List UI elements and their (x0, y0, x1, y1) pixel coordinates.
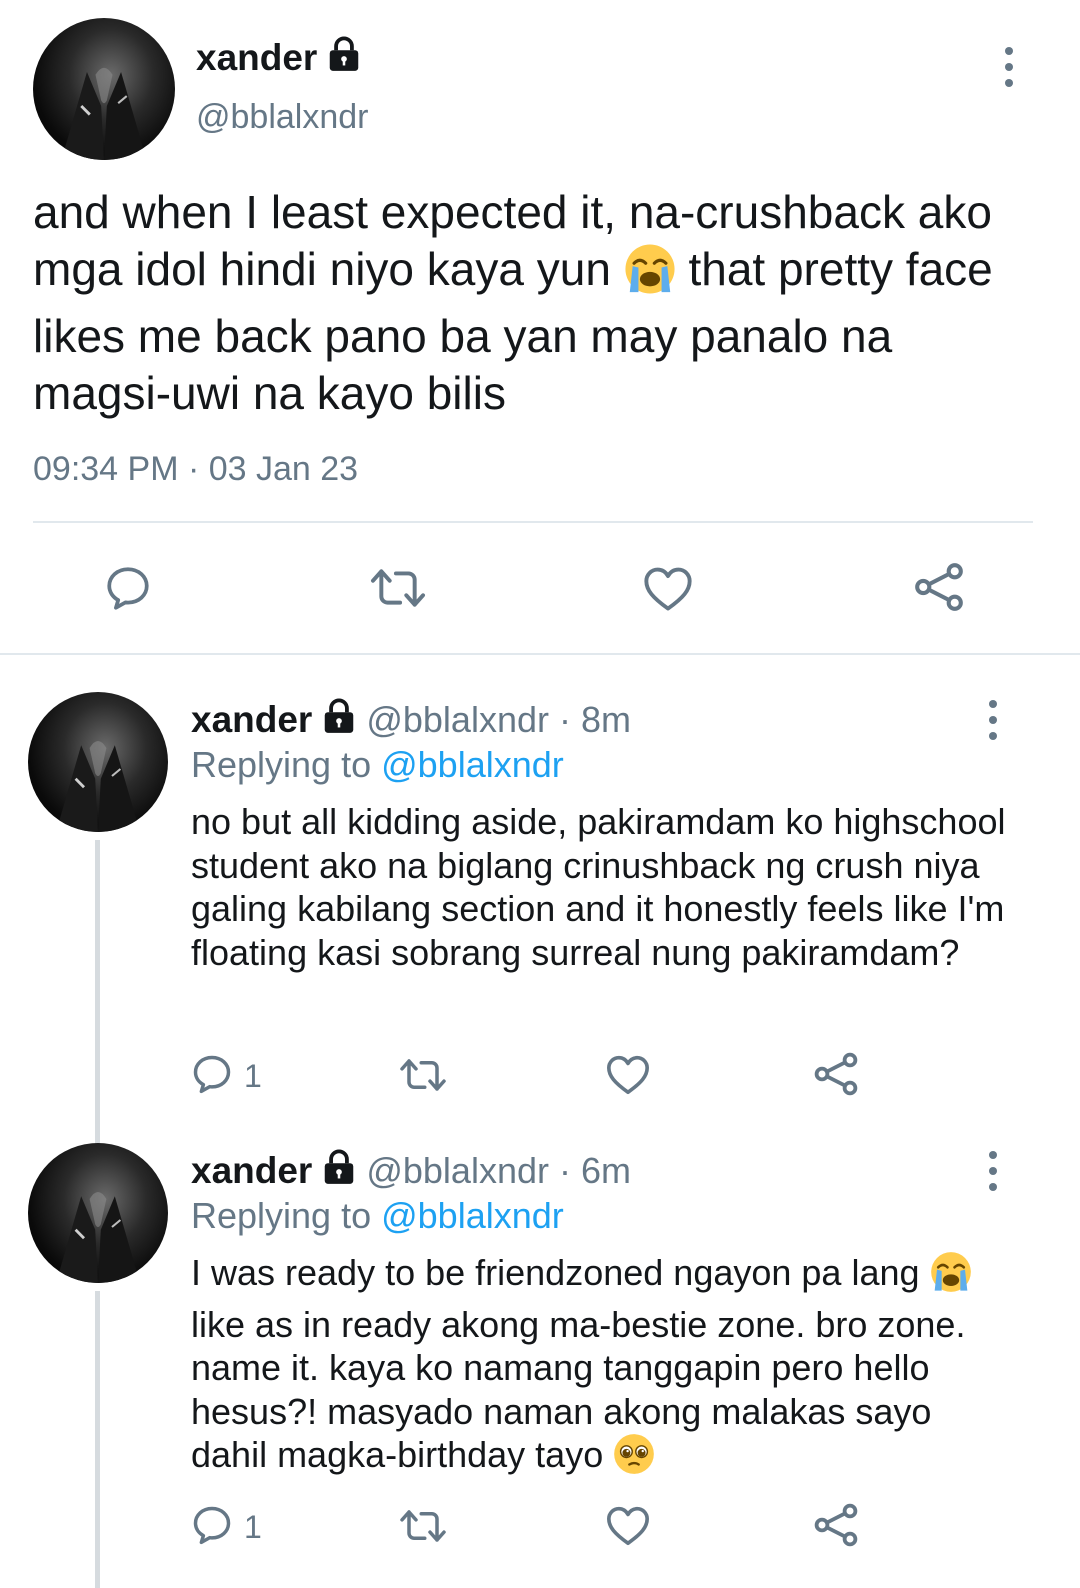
share-button[interactable] (912, 560, 966, 619)
retweet-icon (397, 1505, 449, 1552)
reply-text: I was ready to be friendzoned ngayon pa … (191, 1251, 1011, 1485)
author-handle-time[interactable]: @bblalxndr · 8m (366, 699, 631, 741)
lock-icon (325, 36, 363, 79)
reply-text-part: no but all kidding aside, pakiramdam ko … (191, 801, 1006, 973)
retweet-button[interactable] (397, 1054, 449, 1101)
heart-icon (605, 1052, 651, 1101)
thread-line (95, 1291, 100, 1588)
like-button[interactable] (605, 1052, 651, 1101)
reply-icon (190, 1503, 234, 1552)
avatar[interactable] (28, 692, 168, 832)
more-vertical-icon[interactable] (983, 1151, 1003, 1191)
like-button[interactable] (642, 563, 694, 618)
share-button[interactable] (812, 1501, 860, 1554)
lock-icon (320, 698, 358, 741)
heart-icon (605, 1503, 651, 1552)
reply-header: xander @bblalxndr · 8m (191, 698, 631, 741)
tweet-text: and when I least expected it, na-crushba… (33, 184, 1033, 422)
author-name[interactable]: xander (191, 1150, 312, 1192)
loudly-crying-face-emoji (930, 1251, 972, 1303)
loudly-crying-face-emoji (624, 243, 676, 308)
more-vertical-icon[interactable] (983, 700, 1003, 740)
reply-text-part: like as in ready akong ma-bestie zone. b… (191, 1303, 966, 1476)
reply-button[interactable]: 1 (190, 1503, 262, 1552)
divider (33, 521, 1033, 523)
reply-text-part: I was ready to be friendzoned ngayon pa … (191, 1252, 930, 1293)
reply-tweet: xander @bblalxndr · 8m Replying to @bbla… (0, 692, 1080, 1150)
mention-link[interactable]: @bblalxndr (381, 1195, 564, 1236)
retweet-button[interactable] (368, 563, 428, 618)
reply-button[interactable]: 1 (190, 1052, 262, 1101)
author-name[interactable]: xander (196, 37, 317, 79)
retweet-icon (368, 563, 428, 618)
pleading-face-emoji (613, 1433, 655, 1485)
reply-icon (103, 563, 153, 618)
share-icon (912, 560, 966, 619)
retweet-icon (397, 1054, 449, 1101)
author-name-row: xander (196, 36, 363, 79)
tweet-timestamp[interactable]: 09:34 PM · 03 Jan 23 (33, 450, 358, 489)
mention-link[interactable]: @bblalxndr (381, 744, 564, 785)
section-divider (0, 653, 1080, 655)
thread-line (95, 840, 100, 1150)
replying-to: Replying to @bblalxndr (191, 744, 564, 786)
author-handle-time[interactable]: @bblalxndr · 6m (366, 1150, 631, 1192)
share-icon (812, 1501, 860, 1554)
reply-tweet: xander @bblalxndr · 6m Replying to @bbla… (0, 1143, 1080, 1588)
reply-count: 1 (244, 1509, 262, 1545)
replying-label: Replying to (191, 744, 382, 785)
share-button[interactable] (812, 1050, 860, 1103)
author-name[interactable]: xander (191, 699, 312, 741)
replying-label: Replying to (191, 1195, 382, 1236)
main-tweet: xander @bblalxndr and when I least expec… (0, 0, 1080, 663)
retweet-button[interactable] (397, 1505, 449, 1552)
avatar[interactable] (28, 1143, 168, 1283)
reply-icon (190, 1052, 234, 1101)
share-icon (812, 1050, 860, 1103)
reply-header: xander @bblalxndr · 6m (191, 1149, 631, 1192)
author-handle[interactable]: @bblalxndr (196, 98, 369, 137)
reply-count: 1 (244, 1058, 262, 1094)
reply-button[interactable] (103, 563, 153, 618)
more-vertical-icon[interactable] (999, 47, 1019, 87)
reply-text: no but all kidding aside, pakiramdam ko … (191, 800, 1011, 974)
like-button[interactable] (605, 1503, 651, 1552)
avatar[interactable] (33, 18, 175, 160)
lock-icon (320, 1149, 358, 1192)
replying-to: Replying to @bblalxndr (191, 1195, 564, 1237)
heart-icon (642, 563, 694, 618)
